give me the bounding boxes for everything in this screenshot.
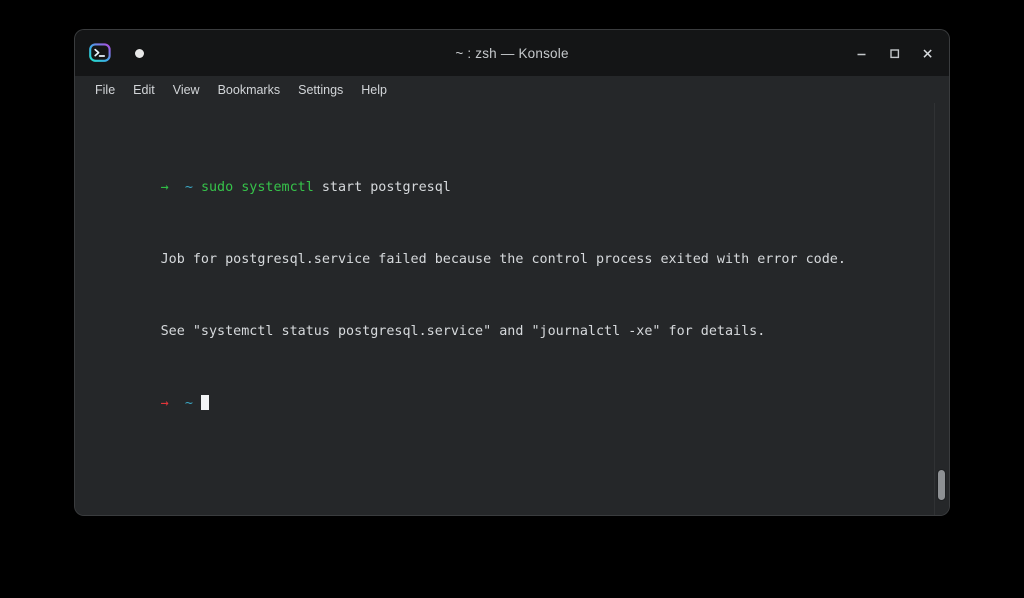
- scrollbar-handle[interactable]: [938, 470, 945, 500]
- terminal-line: Job for postgresql.service failed becaus…: [80, 233, 934, 251]
- output-text: Job for postgresql.service failed becaus…: [161, 252, 846, 267]
- menu-item-help[interactable]: Help: [352, 81, 396, 99]
- output-text: See "systemctl status postgresql.service…: [161, 324, 766, 339]
- prompt-path: ~: [185, 180, 193, 195]
- desktop-background: ~ : zsh — Konsole: [0, 0, 1024, 598]
- prompt-path: ~: [185, 396, 193, 411]
- menu-item-edit[interactable]: Edit: [124, 81, 164, 99]
- command-arguments: start postgresql: [314, 180, 451, 195]
- konsole-terminal-icon: [87, 40, 113, 66]
- terminal-line: → ~: [80, 377, 934, 395]
- window-controls: [846, 38, 943, 68]
- close-button[interactable]: [912, 38, 943, 68]
- window-titlebar[interactable]: ~ : zsh — Konsole: [75, 30, 949, 76]
- terminal-line: → ~ sudo systemctl start postgresql: [80, 161, 934, 179]
- menu-item-settings[interactable]: Settings: [289, 81, 352, 99]
- prompt-arrow-icon: →: [161, 180, 169, 195]
- menu-item-bookmarks[interactable]: Bookmarks: [209, 81, 290, 99]
- menubar: File Edit View Bookmarks Settings Help: [75, 76, 949, 103]
- text-cursor: [201, 395, 209, 410]
- minimize-button[interactable]: [846, 38, 877, 68]
- menu-item-view[interactable]: View: [164, 81, 209, 99]
- terminal-area: → ~ sudo systemctl start postgresql Job …: [75, 103, 949, 515]
- activity-dot-icon: [135, 49, 144, 58]
- prompt-arrow-icon: →: [161, 396, 169, 411]
- terminal-line: See "systemctl status postgresql.service…: [80, 305, 934, 323]
- maximize-button[interactable]: [879, 38, 910, 68]
- window-title: ~ : zsh — Konsole: [75, 46, 949, 61]
- konsole-window: ~ : zsh — Konsole: [75, 30, 949, 515]
- terminal-scrollbar[interactable]: [934, 103, 949, 515]
- command-keyword: sudo systemctl: [201, 180, 314, 195]
- terminal-output[interactable]: → ~ sudo systemctl start postgresql Job …: [75, 103, 934, 515]
- menu-item-file[interactable]: File: [86, 81, 124, 99]
